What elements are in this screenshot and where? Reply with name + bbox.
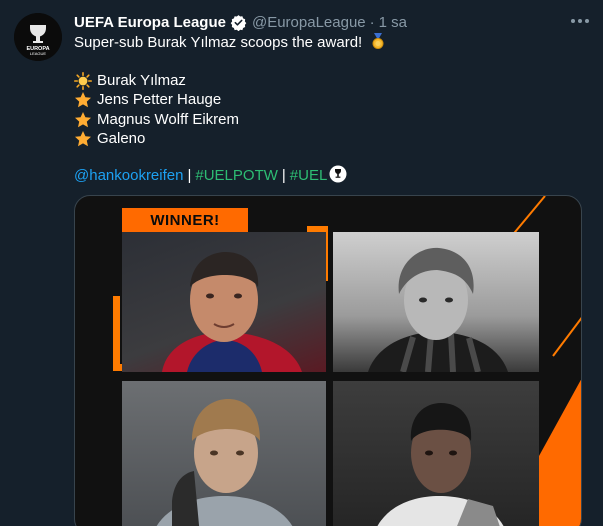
nominee-list: Burak Yılmaz Jens Petter Hauge Magnus Wo… bbox=[74, 71, 239, 149]
account-name[interactable]: UEFA Europa League bbox=[74, 14, 226, 31]
player-photo-galeno bbox=[333, 381, 539, 526]
tweet[interactable]: EUROPA LEAGUE UEFA Europa League @Europa… bbox=[0, 0, 603, 526]
star-icon bbox=[74, 91, 92, 109]
mention-link[interactable]: @hankookreifen bbox=[74, 167, 183, 184]
pipe-separator: | bbox=[187, 167, 192, 184]
nominee-name: Jens Petter Hauge bbox=[97, 91, 222, 109]
tweet-tags: @hankookreifen | #UELPOTW | #UEL bbox=[74, 165, 347, 189]
list-item: Jens Petter Hauge bbox=[74, 91, 239, 111]
star-icon bbox=[74, 130, 92, 148]
avatar-text-league: LEAGUE bbox=[30, 51, 47, 56]
nominee-name: Burak Yılmaz bbox=[97, 71, 186, 89]
player-photo-burak-yilmaz bbox=[122, 232, 326, 372]
tweet-header: UEFA Europa League @EuropaLeague · 1 sa bbox=[74, 12, 589, 32]
tweet-text: Super-sub Burak Yılmaz scoops the award! bbox=[74, 34, 363, 51]
tweet-text-line: Super-sub Burak Yılmaz scoops the award! bbox=[74, 32, 387, 56]
medal-icon bbox=[369, 32, 387, 56]
list-item: Galeno bbox=[74, 130, 239, 150]
player-photo-jens-petter-hauge bbox=[333, 232, 539, 372]
account-handle[interactable]: @EuropaLeague bbox=[252, 14, 366, 31]
player-photo-magnus-wolff-eikrem bbox=[122, 381, 326, 526]
list-item: Magnus Wolff Eikrem bbox=[74, 110, 239, 130]
nominee-name: Magnus Wolff Eikrem bbox=[97, 110, 239, 128]
pipe-separator: | bbox=[281, 167, 286, 184]
avatar[interactable]: EUROPA LEAGUE bbox=[14, 13, 62, 61]
media-card[interactable]: WINNER! bbox=[74, 195, 582, 526]
more-options-button[interactable] bbox=[567, 10, 593, 32]
winner-banner: WINNER! bbox=[122, 208, 248, 232]
star-icon bbox=[74, 111, 92, 129]
europa-league-logo-icon: EUROPA LEAGUE bbox=[14, 13, 62, 61]
tweet-timestamp[interactable]: 1 sa bbox=[379, 14, 407, 31]
uel-trophy-icon bbox=[329, 165, 347, 189]
verified-badge-icon bbox=[230, 14, 247, 31]
more-dots-icon bbox=[571, 19, 575, 23]
hashtag-uelpotw-link[interactable]: #UELPOTW bbox=[195, 167, 278, 184]
list-item: Burak Yılmaz bbox=[74, 71, 239, 91]
nominee-name: Galeno bbox=[97, 130, 146, 148]
dot-separator: · bbox=[369, 13, 375, 31]
sun-icon bbox=[74, 71, 92, 90]
hashtag-uel-link[interactable]: #UEL bbox=[290, 167, 328, 184]
